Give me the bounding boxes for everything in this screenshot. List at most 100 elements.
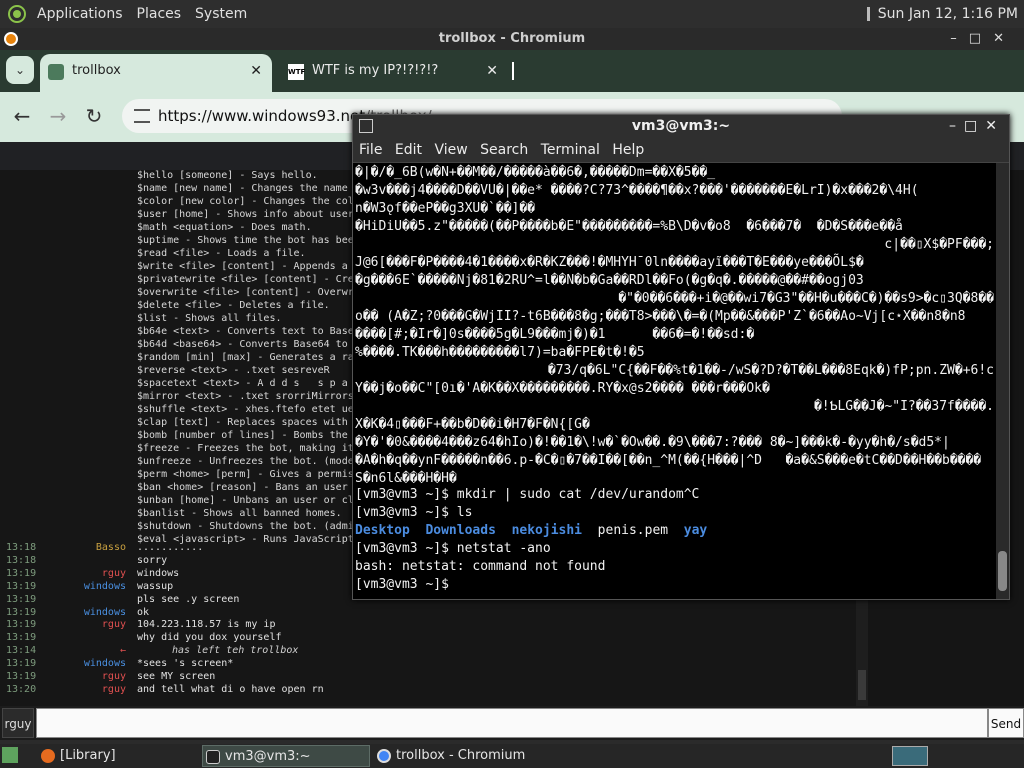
terminal-titlebar[interactable]: vm3@vm3:~ –□✕ (353, 115, 1009, 137)
help-line: $math <equation> - Does math. (137, 222, 312, 233)
message-nick[interactable]: windows (4, 607, 126, 618)
task-library[interactable]: [Library] (38, 745, 198, 767)
window-title: trollbox - Chromium (438, 31, 586, 46)
menu-search[interactable]: Search (480, 142, 528, 158)
task-label: [Library] (60, 748, 116, 763)
tab-bar: ⌄ trollbox ✕ WTF WTF is my IP?!?!?!? ✕ (0, 50, 1024, 92)
task-terminal[interactable]: vm3@vm3:~ (202, 745, 370, 767)
prompt-line: [vm3@vm3 ~]$ mkdir | sudo cat /dev/urand… (355, 487, 700, 502)
urandom-line: �g���6E`�����Nj�81�2RU^=l��N�b�Ga��RDl��… (355, 273, 864, 288)
ls-dir: Downloads (425, 523, 496, 538)
send-button[interactable]: Send (988, 708, 1024, 738)
menu-applications[interactable]: Applications (30, 6, 130, 22)
menu-terminal[interactable]: Terminal (541, 142, 600, 158)
help-line: $overwrite <file> [content] - Overwr (137, 287, 354, 298)
tab-search-icon[interactable]: ⌄ (6, 56, 34, 84)
urandom-line: c|��▯X$�PF���; (884, 237, 994, 252)
minimize-icon[interactable]: – (949, 118, 964, 134)
chromium-app-icon (4, 32, 18, 46)
message-text: has left teh trollbox (172, 645, 299, 657)
clock[interactable]: Sun Jan 12, 1:16 PM (878, 6, 1018, 22)
ls-dir: Desktop (355, 523, 410, 538)
menu-help[interactable]: Help (612, 142, 644, 158)
show-desktop-icon[interactable] (2, 747, 18, 763)
scroll-thumb[interactable] (998, 551, 1007, 591)
reload-icon[interactable]: ↻ (82, 104, 106, 128)
urandom-line: ����[#;�Ir�]0s����5g�L9���mj�)�1 ��6�=�!… (355, 327, 755, 342)
prompt-line: [vm3@vm3 ~]$ (355, 577, 457, 592)
help-line: $clap [text] - Replaces spaces with (137, 417, 348, 428)
maximize-icon[interactable]: □ (964, 118, 985, 134)
help-line: $b64e <text> - Converts text to Base (137, 326, 354, 337)
message-time: 13:18 (6, 554, 37, 566)
help-line: $unfreeze - Unfreezes the bot. (mode (137, 456, 354, 467)
task-label: vm3@vm3:~ (225, 749, 311, 764)
message-nick[interactable]: rguy (4, 619, 126, 630)
ls-file: penis.pem (597, 523, 669, 538)
tab-close-icon[interactable]: ✕ (250, 54, 262, 88)
scroll-thumb[interactable] (858, 670, 866, 700)
message-text: 104.223.118.57 is my ip (137, 619, 276, 631)
ls-dir: nekojishi (511, 523, 583, 538)
menu-file[interactable]: File (359, 142, 382, 158)
minimize-icon[interactable]: – (950, 31, 969, 46)
tab-wtf-ip[interactable]: WTF WTF is my IP?!?!?!? ✕ (280, 54, 508, 92)
message-nick[interactable]: rguy (4, 671, 126, 682)
message-nick[interactable]: rguy (4, 568, 126, 579)
help-line: $shutdown - Shutdowns the bot. (admi (137, 521, 354, 532)
message-nick[interactable]: Basso (4, 542, 126, 553)
close-icon[interactable]: ✕ (985, 118, 1005, 134)
window-controls: –□✕ (950, 28, 1016, 50)
url-host: https://www.windows93.net (158, 107, 366, 125)
help-line: $hello [someone] - Says hello. (137, 170, 318, 181)
close-icon[interactable]: ✕ (993, 31, 1016, 46)
message-text: pls see .y screen (137, 593, 240, 605)
message-text: sorry (137, 554, 168, 566)
message-nick[interactable]: windows (4, 581, 126, 592)
prompt-line: [vm3@vm3 ~]$ netstat -ano (355, 541, 551, 556)
firefox-icon (41, 749, 55, 763)
terminal-output[interactable]: �|�/�_6B(w�N+��M��/�����à��6�,�����Dm=��… (353, 163, 996, 599)
message-input[interactable] (36, 708, 988, 738)
nickname-box[interactable]: rguy (2, 708, 34, 738)
menu-places[interactable]: Places (130, 6, 189, 22)
chromium-titlebar[interactable]: trollbox - Chromium –□✕ (0, 28, 1024, 50)
help-line: $read <file> - Loads a file. (137, 248, 306, 259)
menu-edit[interactable]: Edit (395, 142, 422, 158)
tab-label: WTF is my IP?!?!?!? (312, 63, 439, 78)
urandom-line: �73/q�6L"C{��F��%t�1��-/wS�?D?�T��L���8E… (547, 363, 994, 378)
site-info-icon[interactable] (134, 109, 150, 123)
message-text: windows (137, 567, 180, 579)
terminal-menubar: File Edit View Search Terminal Help (353, 137, 1009, 163)
top-panel: Applications Places System Sun Jan 12, 1… (0, 0, 1024, 28)
message-text: ........... (137, 542, 204, 553)
message-nick[interactable]: rguy (4, 684, 126, 695)
terminal-scrollbar[interactable] (996, 163, 1009, 599)
message-nick[interactable]: ← (4, 645, 126, 656)
prompt-line: [vm3@vm3 ~]$ ls (355, 505, 473, 520)
task-chromium[interactable]: trollbox - Chromium (374, 745, 574, 767)
help-line: $b64d <base64> - Converts Base64 to (137, 339, 348, 350)
forward-icon[interactable]: → (46, 104, 70, 128)
tab-trollbox[interactable]: trollbox ✕ (40, 54, 272, 92)
urandom-line: �w3v���j4����D��VU�|��e* ����?C?73^����¶… (355, 183, 919, 198)
urandom-line: o�� (A�Z;?0���G�WjII?-t6B���8�g;���T8>��… (355, 309, 966, 324)
message-time: 13:19 (6, 593, 37, 605)
message-time: 13:19 (6, 632, 37, 644)
chromium-icon (377, 749, 391, 763)
help-line: $reverse <text> - .txet sesreveR (137, 365, 330, 376)
message-nick[interactable]: windows (4, 658, 126, 669)
help-line: $uptime - Shows time the bot has bee (137, 235, 354, 246)
maximize-icon[interactable]: □ (969, 31, 993, 46)
help-line: $perm <home> [perm] - Gives a permis (137, 469, 354, 480)
menu-system[interactable]: System (188, 6, 254, 22)
tab-close-icon[interactable]: ✕ (486, 54, 498, 88)
chat-input-bar: rguy Send (0, 706, 1024, 740)
panel-menus: Applications Places System (30, 0, 254, 28)
panel-tray: Sun Jan 12, 1:16 PM (866, 0, 1018, 28)
menu-view[interactable]: View (434, 142, 467, 158)
back-icon[interactable]: ← (10, 104, 34, 128)
gnome-foot-icon[interactable] (8, 5, 26, 23)
urandom-line: �|�/�_6B(w�N+��M��/�����à��6�,�����Dm=��… (355, 165, 716, 180)
workspace-switcher[interactable] (892, 746, 928, 766)
